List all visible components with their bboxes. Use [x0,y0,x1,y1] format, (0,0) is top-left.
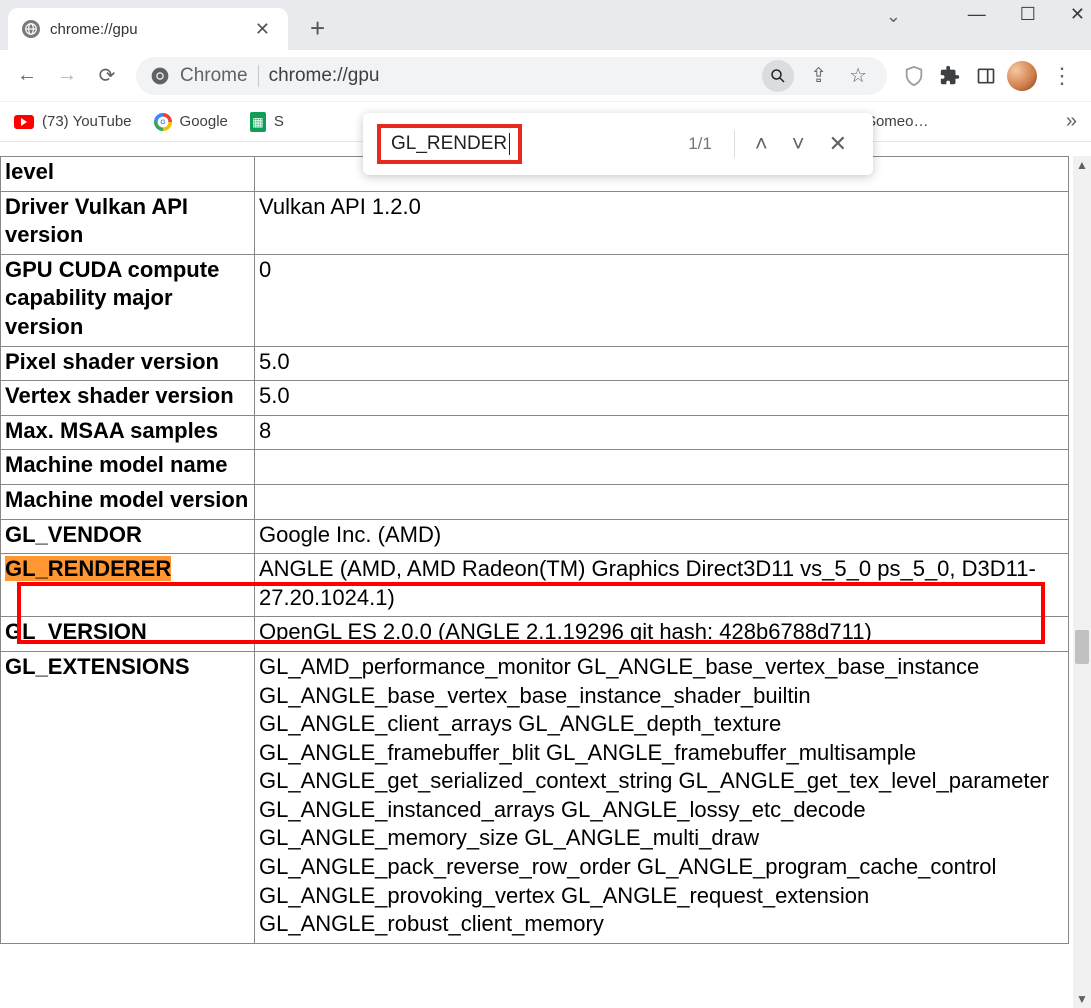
scroll-down-button[interactable]: ▼ [1073,990,1091,1008]
globe-icon [22,20,40,38]
gpu-property-value: GL_AMD_performance_monitor GL_ANGLE_base… [255,651,1069,943]
table-row: GPU CUDA compute capability major versio… [1,254,1069,346]
forward-button[interactable]: → [50,59,84,93]
tab-close-button[interactable]: ✕ [251,15,274,44]
gpu-property-value: 5.0 [255,381,1069,416]
gpu-property-value: Google Inc. (AMD) [255,519,1069,554]
tab-title: chrome://gpu [50,21,251,38]
bookmark-star-icon[interactable]: ☆ [843,63,873,88]
scrollbar-track[interactable] [1073,174,1091,990]
gpu-property-value: ANGLE (AMD, AMD Radeon(TM) Graphics Dire… [255,554,1069,617]
google-icon [154,113,172,131]
bookmark-sheets[interactable]: ▦ S [250,112,284,132]
find-prev-button[interactable]: ˄ [743,125,780,163]
bookmarks-overflow-button[interactable]: » [1066,110,1077,133]
gpu-property-value: 8 [255,415,1069,450]
table-row: Pixel shader version5.0 [1,346,1069,381]
table-row: GL_VENDORGoogle Inc. (AMD) [1,519,1069,554]
table-row: Machine model name [1,450,1069,485]
gpu-property-value [255,484,1069,519]
chrome-icon [150,66,170,86]
gpu-property-name: Max. MSAA samples [1,415,255,450]
gpu-property-name: GL_VERSION [1,617,255,652]
titlebar: chrome://gpu ✕ + ⌄ — ☐ ✕ [0,0,1091,50]
tab-search-dropdown-icon[interactable]: ⌄ [886,6,901,27]
gpu-property-name: Machine model name [1,450,255,485]
table-row: GL_RENDERER ANGLE (AMD, AMD Radeon(TM) Gr… [1,554,1069,617]
extension-shield-icon[interactable] [899,61,929,91]
gpu-property-name: GL_VENDOR [1,519,255,554]
bookmark-label: (73) YouTube [42,113,132,130]
gpu-property-value: 0 [255,254,1069,346]
address-divider [258,65,259,87]
gpu-property-value: OpenGL ES 2.0.0 (ANGLE 2.1.19296 git has… [255,617,1069,652]
gpu-property-name: Machine model version [1,484,255,519]
profile-avatar[interactable] [1007,61,1037,91]
find-separator [734,130,735,158]
gpu-property-name: GPU CUDA compute capability major versio… [1,254,255,346]
gpu-property-name: GL_RENDERER [1,554,255,617]
bookmark-youtube[interactable]: (73) YouTube [14,113,132,130]
new-tab-button[interactable]: + [302,13,333,50]
scrollbar-thumb[interactable] [1075,630,1089,664]
table-row: Driver Vulkan API versionVulkan API 1.2.… [1,191,1069,254]
gpu-info-table: levelDriver Vulkan API versionVulkan API… [0,156,1069,944]
text-cursor [509,133,510,155]
table-row: Max. MSAA samples8 [1,415,1069,450]
find-in-page-icon[interactable] [762,60,794,92]
reload-button[interactable]: ⟳ [90,59,124,93]
gpu-property-name: GL_EXTENSIONS [1,651,255,943]
find-next-button[interactable]: ˅ [780,125,817,163]
close-window-button[interactable]: ✕ [1070,4,1085,25]
sheets-icon: ▦ [250,112,266,132]
youtube-icon [14,115,34,129]
address-scheme-label: Chrome [180,65,248,87]
gpu-property-name: Pixel shader version [1,346,255,381]
bookmark-label: S [274,113,284,130]
find-in-page-bar: 1/1 ˄ ˅ ✕ [363,113,873,175]
chrome-menu-button[interactable]: ⋮ [1043,63,1081,89]
window-controls: — ☐ ✕ [968,4,1085,25]
table-row: Machine model version [1,484,1069,519]
find-input-highlight-box [377,124,522,164]
share-icon[interactable]: ⇪ [804,63,833,88]
scroll-up-button[interactable]: ▲ [1073,156,1091,174]
gpu-property-name: Driver Vulkan API version [1,191,255,254]
bookmark-google[interactable]: Google [154,113,228,131]
back-button[interactable]: ← [10,59,44,93]
gpu-property-value: 5.0 [255,346,1069,381]
minimize-button[interactable]: — [968,4,986,25]
find-close-button[interactable]: ✕ [817,125,859,163]
gpu-property-value [255,450,1069,485]
find-input[interactable] [389,132,509,156]
gpu-property-name: level [1,157,255,192]
table-row: GL_EXTENSIONSGL_AMD_performance_monitor … [1,651,1069,943]
address-bar[interactable]: Chrome chrome://gpu ⇪ ☆ [136,57,887,95]
gpu-property-value: Vulkan API 1.2.0 [255,191,1069,254]
maximize-button[interactable]: ☐ [1020,4,1036,25]
table-row: GL_VERSIONOpenGL ES 2.0.0 (ANGLE 2.1.192… [1,617,1069,652]
vertical-scrollbar[interactable]: ▲ ▼ [1073,156,1091,1008]
find-highlight: GL_RENDERER [5,556,171,581]
side-panel-icon[interactable] [971,61,1001,91]
browser-tab[interactable]: chrome://gpu ✕ [8,8,288,50]
address-url-text: chrome://gpu [269,65,753,87]
find-match-count: 1/1 [688,134,712,154]
table-row: Vertex shader version5.0 [1,381,1069,416]
extensions-puzzle-icon[interactable] [935,61,965,91]
page-content: levelDriver Vulkan API versionVulkan API… [0,156,1069,1008]
bookmark-label: Google [180,113,228,130]
gpu-property-name: Vertex shader version [1,381,255,416]
navigation-toolbar: ← → ⟳ Chrome chrome://gpu ⇪ ☆ ⋮ [0,50,1091,102]
